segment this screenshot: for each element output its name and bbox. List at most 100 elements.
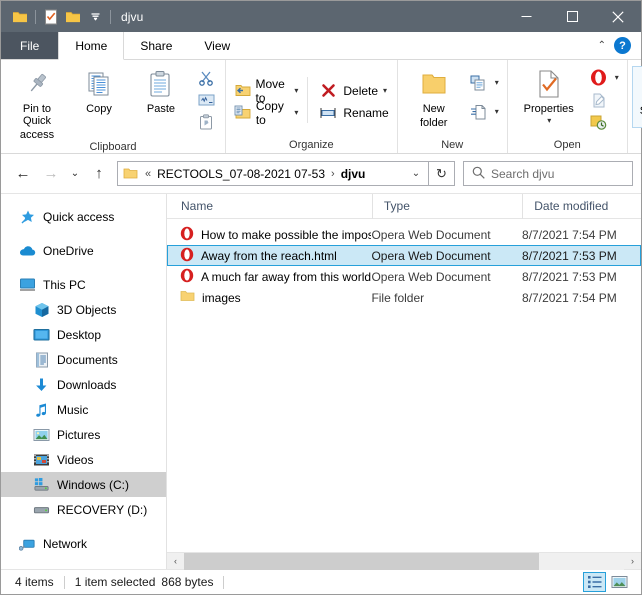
sidebar-item-documents[interactable]: Documents [1, 347, 166, 372]
copy-path-button[interactable] [192, 89, 220, 110]
rename-button[interactable]: Rename [314, 102, 391, 123]
tab-file[interactable]: File [1, 32, 59, 59]
history-button[interactable] [585, 111, 622, 132]
desktop-icon [33, 326, 50, 343]
close-button[interactable] [595, 1, 641, 32]
cut-button[interactable] [192, 67, 220, 88]
new-item-icon [468, 72, 490, 93]
column-header-type-label: Type [383, 199, 410, 213]
sidebar-item-downloads[interactable]: Downloads [1, 372, 166, 397]
collapse-ribbon-icon[interactable]: ⌃ [598, 40, 606, 51]
select-button[interactable]: Select ▾ [631, 66, 642, 128]
chevron-down-icon[interactable]: ▾ [495, 78, 499, 87]
column-header-date-modified[interactable]: ⌄ Date modified [522, 193, 641, 219]
selection-label: 1 item selected [74, 575, 156, 589]
navigation-pane: Quick access OneDrive This PC 3D Objects [1, 194, 167, 569]
file-list-pane: Name Type ⌄ Date modified How to make po… [167, 193, 641, 570]
scroll-left-button[interactable]: ‹ [167, 553, 184, 570]
tab-share[interactable]: Share [124, 32, 189, 59]
refresh-button[interactable]: ↻ [429, 161, 455, 186]
tab-home[interactable]: Home [58, 32, 125, 60]
scroll-right-button[interactable]: › [624, 553, 641, 570]
paste-shortcut-button[interactable] [192, 111, 220, 132]
main-area: Quick access OneDrive This PC 3D Objects [1, 193, 641, 570]
pin-to-quick-access-label-1: Pin to Quick [22, 103, 52, 127]
back-button[interactable]: ← [9, 161, 37, 187]
network-icon [19, 535, 36, 552]
breadcrumb-overflow[interactable]: « [141, 168, 155, 180]
up-button[interactable]: ↑ [85, 161, 113, 187]
properties-icon [536, 67, 562, 101]
help-icon[interactable]: ? [614, 37, 631, 54]
search-box[interactable]: Search djvu [463, 161, 633, 186]
recent-locations-button[interactable]: ⌄ [65, 161, 85, 187]
sidebar-item-onedrive[interactable]: OneDrive [1, 238, 166, 263]
folder-icon[interactable] [9, 6, 31, 28]
tab-view[interactable]: View [188, 32, 247, 59]
sidebar-item-pictures[interactable]: Pictures [1, 422, 166, 447]
sidebar-item-label: This PC [43, 277, 86, 292]
easy-access-button[interactable]: ▾ [465, 101, 502, 122]
chevron-down-icon[interactable]: ▾ [383, 86, 387, 95]
address-dropdown-icon[interactable]: ⌄ [404, 162, 428, 185]
address-breadcrumb-bar[interactable]: « RECTOOLS_07-08-2021 07-53 › djvu ⌄ [117, 161, 429, 186]
paste-shortcut-icon [195, 111, 217, 132]
scrollbar-thumb[interactable] [184, 552, 539, 570]
file-type: Opera Web Document [371, 269, 491, 284]
pin-to-quick-access-button[interactable]: Pin to Quick access [6, 64, 68, 141]
horizontal-scrollbar[interactable]: ‹ › [167, 552, 641, 570]
search-input[interactable]: Search djvu [491, 167, 554, 181]
ribbon-group-label-select [628, 136, 642, 153]
chevron-down-icon[interactable]: ▾ [495, 107, 499, 116]
table-row[interactable]: Away from the reach.html Opera Web Docum… [167, 245, 641, 266]
ribbon-group-label-open: Open [553, 138, 581, 151]
column-header-type[interactable]: Type [371, 193, 522, 219]
drive-icon [33, 501, 50, 518]
open-button[interactable]: ▾ [585, 67, 622, 88]
breadcrumb-part-1[interactable]: djvu [339, 167, 368, 181]
sidebar-item-this-pc[interactable]: This PC [1, 272, 166, 297]
sidebar-item-3d-objects[interactable]: 3D Objects [1, 297, 166, 322]
maximize-button[interactable] [549, 1, 595, 32]
table-row[interactable]: images File folder 8/7/2021 7:54 PM [167, 287, 641, 308]
properties-button[interactable]: Properties ▾ [513, 64, 585, 125]
pin-icon [24, 67, 50, 101]
sidebar-item-recovery-d[interactable]: RECOVERY (D:) [1, 497, 166, 522]
large-icons-view-button[interactable] [608, 572, 631, 592]
copy-to-button[interactable]: Copy to ▾ [231, 99, 301, 127]
new-folder-icon [419, 67, 449, 101]
sidebar-item-network[interactable]: Network [1, 531, 166, 556]
chevron-down-icon[interactable]: ▾ [294, 108, 298, 117]
copy-label: Copy [86, 103, 112, 115]
breadcrumb-part-0[interactable]: RECTOOLS_07-08-2021 07-53 [155, 167, 327, 181]
chevron-down-icon[interactable]: ▾ [294, 86, 298, 95]
sidebar-item-label: Windows (C:) [57, 477, 130, 492]
properties-label: Properties [523, 103, 574, 115]
chevron-down-icon[interactable]: ▾ [547, 116, 551, 125]
copy-button[interactable]: Copy [68, 64, 130, 115]
delete-button[interactable]: Delete ▾ [314, 80, 391, 101]
window-controls [503, 1, 641, 32]
new-folder-button[interactable]: New folder [403, 64, 465, 129]
column-header-name[interactable]: Name [167, 194, 372, 219]
edit-button[interactable] [585, 89, 622, 110]
file-type: Opera Web Document [371, 227, 491, 242]
table-row[interactable]: A much far away from this world.h... Ope… [167, 266, 641, 287]
new-item-button[interactable]: ▾ [465, 72, 502, 93]
table-row[interactable]: How to make possible the impossi... Oper… [167, 224, 641, 245]
properties-icon[interactable] [40, 6, 62, 28]
chevron-down-icon[interactable]: ▾ [615, 73, 619, 82]
sidebar-item-music[interactable]: Music [1, 397, 166, 422]
details-view-button[interactable] [583, 572, 606, 592]
sidebar-item-videos[interactable]: Videos [1, 447, 166, 472]
scrollbar-track[interactable] [184, 552, 624, 570]
sidebar-item-desktop[interactable]: Desktop [1, 322, 166, 347]
new-folder-icon[interactable] [62, 6, 84, 28]
chevron-down-icon[interactable] [84, 6, 106, 28]
minimize-button[interactable] [503, 1, 549, 32]
file-name: images [202, 290, 241, 305]
paste-button[interactable]: Paste [130, 64, 192, 115]
forward-button[interactable]: → [37, 161, 65, 187]
sidebar-item-windows-c[interactable]: Windows (C:) [1, 472, 166, 497]
sidebar-item-quick-access[interactable]: Quick access [1, 204, 166, 229]
